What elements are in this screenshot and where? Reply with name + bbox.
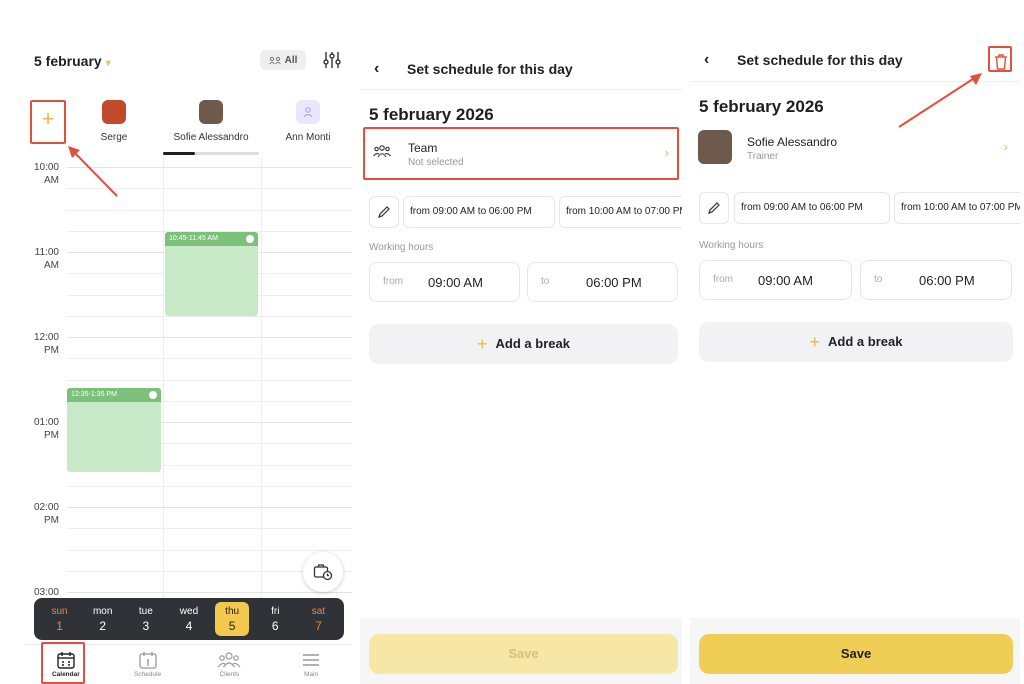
- all-label: All: [284, 54, 298, 66]
- team-value: Not selected: [408, 157, 464, 168]
- preset-chip[interactable]: from 09:00 AM to 06:00 PM: [403, 196, 555, 228]
- day-sat[interactable]: sat 7: [301, 602, 335, 636]
- time-label: 12:00 PM: [33, 332, 59, 356]
- team-icon: [373, 145, 391, 158]
- group-icon: [268, 56, 281, 64]
- calendar-icon: [57, 652, 75, 669]
- user-icon: [303, 107, 313, 118]
- schedule-team-screen: ‹ Set schedule for this day 5 february 2…: [360, 38, 682, 684]
- chevron-right-icon: ›: [1003, 139, 1008, 154]
- save-button[interactable]: Save: [369, 634, 678, 674]
- preset-chip[interactable]: from 10:00 AM to 07:00 PM: [559, 196, 682, 228]
- plus-icon: +: [41, 106, 55, 131]
- day-tue[interactable]: tue 3: [129, 602, 163, 636]
- avatar: [102, 100, 126, 124]
- selected-date: 5 february 2026: [369, 105, 494, 124]
- screen-header: ‹ Set schedule for this day: [360, 38, 682, 90]
- plus-icon: +: [809, 332, 821, 352]
- selected-date: 5 february 2026: [699, 97, 824, 116]
- bottom-navigation: Calendar Schedule Clients Main: [25, 644, 352, 684]
- footer: Save: [360, 618, 682, 684]
- pencil-icon: [378, 206, 390, 218]
- filter-sliders-icon[interactable]: [322, 50, 342, 70]
- calendar-header: 5 february ▾ All: [25, 38, 352, 82]
- screen-title: Set schedule for this day: [407, 61, 573, 77]
- appointment-block[interactable]: 10:45-11:45 AM: [165, 232, 258, 316]
- month-label: 5 february: [34, 53, 102, 69]
- staff-column-serge[interactable]: Serge: [69, 100, 159, 143]
- clock-icon: [246, 235, 254, 243]
- screen-title: Set schedule for this day: [737, 52, 903, 68]
- staff-name: Sofie Alessandro: [173, 132, 249, 143]
- trash-icon[interactable]: [992, 52, 1010, 72]
- staff-selector[interactable]: Sofie Alessandro Trainer ›: [698, 130, 1014, 170]
- all-staff-filter[interactable]: All: [260, 50, 306, 70]
- avatar-placeholder: [296, 100, 320, 124]
- chevron-down-icon: ▾: [105, 58, 111, 69]
- schedule-fab-button[interactable]: [303, 552, 343, 592]
- team-label: Team: [408, 141, 438, 155]
- week-strip: sun 1 mon 2 tue 3 wed 4 thu 5 fri 6 sat 7: [34, 598, 344, 640]
- selected-staff-indicator: [163, 152, 259, 155]
- footer: Save: [690, 618, 1020, 684]
- appointment-time: 12:35-1:35 PM: [71, 391, 117, 398]
- edit-presets-button[interactable]: [699, 192, 729, 224]
- add-break-button[interactable]: + Add a break: [369, 324, 678, 364]
- day-thu[interactable]: thu 5: [215, 602, 250, 636]
- preset-hours-chips: from 09:00 AM to 06:00 PM from 10:00 AM …: [369, 196, 682, 230]
- time-label: 11:00 AM: [34, 247, 59, 271]
- edit-presets-button[interactable]: [369, 196, 399, 228]
- back-chevron-icon[interactable]: ‹: [704, 51, 709, 69]
- preset-chip[interactable]: from 10:00 AM to 07:00 PM: [894, 192, 1020, 224]
- time-label: 01:00 PM: [33, 417, 59, 441]
- appointment-time: 10:45-11:45 AM: [169, 235, 218, 242]
- working-hours-label: Working hours: [369, 242, 434, 253]
- day-fri[interactable]: fri 6: [258, 602, 292, 636]
- month-selector[interactable]: 5 february ▾: [34, 53, 111, 69]
- add-button[interactable]: +: [34, 100, 62, 138]
- menu-icon: [303, 654, 320, 666]
- appointment-block[interactable]: 12:35-1:35 PM: [67, 388, 161, 472]
- nav-clients[interactable]: Clients: [199, 651, 259, 678]
- staff-name: Ann Monti: [285, 132, 331, 143]
- pencil-icon: [708, 202, 720, 214]
- nav-schedule[interactable]: Schedule: [118, 651, 178, 678]
- staff-column-sofie[interactable]: Sofie Alessandro: [166, 100, 256, 143]
- staff-column-ann[interactable]: Ann Monti: [263, 100, 352, 143]
- staff-name: Serge: [100, 132, 128, 143]
- clock-icon: [149, 391, 157, 399]
- day-mon[interactable]: mon 2: [86, 602, 120, 636]
- clients-icon: [217, 652, 241, 668]
- back-chevron-icon[interactable]: ‹: [374, 60, 379, 78]
- add-break-button[interactable]: + Add a break: [699, 322, 1013, 362]
- staff-role: Trainer: [747, 151, 779, 162]
- schedule-staff-screen: ‹ Set schedule for this day 5 february 2…: [690, 38, 1020, 684]
- schedule-icon: [138, 652, 157, 669]
- nav-calendar[interactable]: Calendar: [36, 651, 96, 678]
- save-button[interactable]: Save: [699, 634, 1013, 674]
- screen-header: ‹ Set schedule for this day: [690, 38, 1020, 82]
- plus-icon: +: [477, 334, 488, 354]
- time-label: 10:00 AM: [33, 162, 59, 186]
- nav-main[interactable]: Main: [281, 651, 341, 678]
- to-time-field[interactable]: to 06:00 PM: [860, 260, 1012, 300]
- avatar: [698, 130, 732, 164]
- time-label: 02:00 PM: [33, 502, 59, 526]
- schedule-grid[interactable]: 10:00 AM 11:00 AM 12:00 PM 01:00 PM 02:00 PM …: [25, 158, 352, 598]
- day-sun[interactable]: sun 1: [43, 602, 77, 636]
- to-time-field[interactable]: to 06:00 PM: [527, 262, 678, 302]
- preset-chip[interactable]: from 09:00 AM to 06:00 PM: [734, 192, 890, 224]
- calendar-screen: 5 february ▾ All + Serge Sofie Alessandro…: [25, 38, 352, 684]
- avatar: [199, 100, 223, 124]
- briefcase-clock-icon: [313, 564, 333, 581]
- from-time-field[interactable]: from 09:00 AM: [369, 262, 520, 302]
- day-wed[interactable]: wed 4: [172, 602, 206, 636]
- team-selector[interactable]: Team Not selected ›: [363, 128, 679, 180]
- working-hours-label: Working hours: [699, 240, 764, 251]
- preset-hours-chips: from 09:00 AM to 06:00 PM from 10:00 AM …: [699, 192, 1020, 226]
- chevron-right-icon: ›: [664, 145, 669, 160]
- from-time-field[interactable]: from 09:00 AM: [699, 260, 852, 300]
- staff-name: Sofie Alessandro: [747, 135, 838, 149]
